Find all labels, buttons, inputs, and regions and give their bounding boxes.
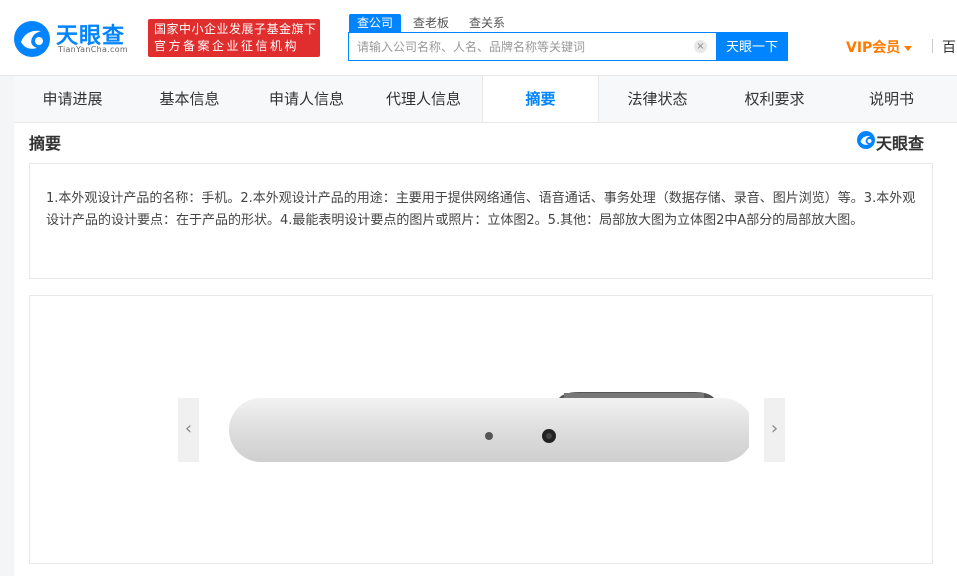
tab-application-progress[interactable]: 申请进展 <box>14 76 131 122</box>
vip-menu[interactable]: VIP会员 <box>846 37 913 57</box>
header-divider <box>932 39 933 53</box>
clear-icon[interactable]: × <box>694 40 707 53</box>
watermark-text: 天眼查 <box>876 134 925 153</box>
search-type-tabs: 查公司 查老板 查关系 <box>349 14 517 32</box>
official-badge: 国家中小企业发展子基金旗下 官方备案企业征信机构 <box>148 19 320 57</box>
patent-tabs: 申请进展 基本信息 申请人信息 代理人信息 摘要 法律状态 权利要求 说明书 <box>14 76 957 123</box>
abstract-box: 1.本外观设计产品的名称：手机。2.本外观设计产品的用途：主要用于提供网络通信、… <box>29 163 933 279</box>
search-tab-boss[interactable]: 查老板 <box>405 14 457 32</box>
image-viewer: ‹ › <box>29 295 933 564</box>
content-card: 摘要 天眼查 1.本外观设计产品的名称：手机。2.本外观设计产品的用途：主要用于… <box>14 123 957 576</box>
search-tab-company[interactable]: 查公司 <box>349 14 402 32</box>
nav-link-partial[interactable]: 百 <box>942 37 956 57</box>
site-header: 天眼查 TianYanCha.com 国家中小企业发展子基金旗下 官方备案企业征… <box>0 0 957 76</box>
tab-basic-info[interactable]: 基本信息 <box>131 76 248 122</box>
chevron-right-icon[interactable]: › <box>764 398 785 462</box>
tab-description[interactable]: 说明书 <box>833 76 950 122</box>
tianyancha-watermark-icon <box>857 131 875 149</box>
logo-subtitle: TianYanCha.com <box>58 45 128 54</box>
search-box: × <box>348 32 717 61</box>
badge-line-1: 国家中小企业发展子基金旗下 <box>154 22 317 36</box>
watermark-logo: 天眼查 <box>856 128 946 153</box>
vip-label: VIP会员 <box>846 40 901 56</box>
tab-applicant-info[interactable]: 申请人信息 <box>248 76 365 122</box>
chevron-left-icon[interactable]: ‹ <box>178 398 199 462</box>
abstract-text: 1.本外观设计产品的名称：手机。2.本外观设计产品的用途：主要用于提供网络通信、… <box>46 191 916 228</box>
patent-drawing-image <box>229 392 749 462</box>
tab-abstract[interactable]: 摘要 <box>482 76 599 122</box>
search-input[interactable] <box>349 33 689 60</box>
tab-claims[interactable]: 权利要求 <box>716 76 833 122</box>
tab-legal-status[interactable]: 法律状态 <box>599 76 716 122</box>
search-tab-relation[interactable]: 查关系 <box>461 14 513 32</box>
section-title: 摘要 <box>29 134 62 153</box>
site-logo[interactable]: 天眼查 TianYanCha.com <box>12 17 140 57</box>
caret-down-icon <box>904 45 913 51</box>
tianyancha-logo-icon <box>14 21 50 57</box>
tab-agent-info[interactable]: 代理人信息 <box>365 76 482 122</box>
badge-line-2: 官方备案企业征信机构 <box>154 39 300 53</box>
search-button[interactable]: 天眼一下 <box>716 32 788 61</box>
